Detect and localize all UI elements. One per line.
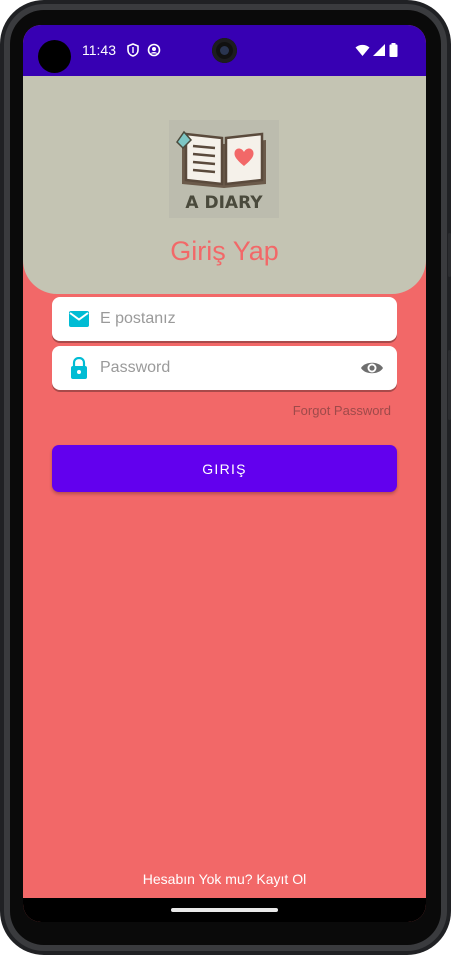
password-input[interactable] <box>100 346 350 390</box>
shield-icon <box>127 43 139 57</box>
home-gesture-handle[interactable] <box>171 908 278 912</box>
mail-icon <box>69 311 89 327</box>
forgot-password-link[interactable]: Forgot Password <box>293 403 391 419</box>
phone-frame: 11:43 A DIARY Giriş Yap E postanız Forgo… <box>0 0 451 955</box>
navigation-bar <box>23 898 426 922</box>
eye-icon[interactable] <box>360 357 384 379</box>
password-field[interactable] <box>52 346 397 390</box>
wifi-icon <box>355 44 370 56</box>
vpn-icon <box>147 43 161 57</box>
logo-text: A DIARY <box>185 193 263 213</box>
camera-cutout <box>38 40 71 73</box>
status-time: 11:43 <box>82 42 116 58</box>
diary-logo: A DIARY <box>169 120 279 218</box>
signup-link[interactable]: Hesabın Yok mu? Kayıt Ol <box>23 871 426 888</box>
lock-icon <box>71 357 87 379</box>
app-screen: 11:43 A DIARY Giriş Yap E postanız Forgo… <box>23 25 426 922</box>
page-title: Giriş Yap <box>170 236 279 266</box>
battery-icon <box>389 43 398 57</box>
signal-icon <box>373 44 385 56</box>
status-bar: 11:43 <box>23 25 426 76</box>
front-camera <box>212 38 237 63</box>
email-field[interactable] <box>52 297 397 341</box>
email-input[interactable] <box>100 297 350 341</box>
login-button[interactable]: GIRIŞ <box>52 445 397 492</box>
